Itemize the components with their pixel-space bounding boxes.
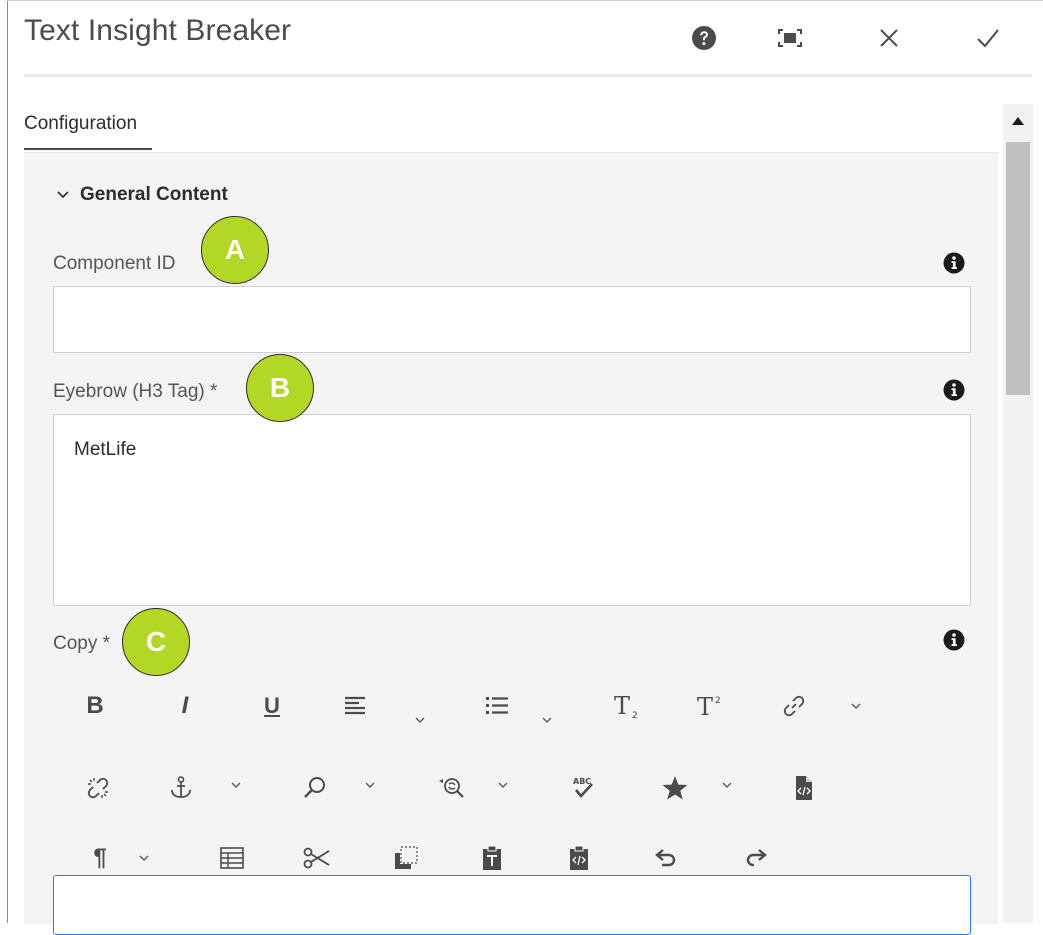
undo-button[interactable]	[645, 836, 689, 880]
fullscreen-button[interactable]	[772, 20, 808, 56]
info-icon[interactable]	[943, 629, 965, 651]
triangle-up-icon	[1012, 117, 1024, 125]
source-edit-button[interactable]	[782, 766, 826, 810]
redo-button[interactable]	[733, 836, 777, 880]
svg-text:2: 2	[715, 696, 721, 706]
underline-icon: U	[264, 693, 280, 718]
svg-text:T: T	[697, 693, 713, 719]
superscript-button[interactable]: T 2	[689, 684, 733, 728]
copy-label: Copy *	[53, 633, 111, 654]
tab-configuration[interactable]: Configuration	[24, 113, 137, 135]
subscript-icon: T 2	[614, 693, 638, 719]
link-button[interactable]	[772, 684, 816, 728]
chevron-down-icon	[57, 191, 69, 199]
table-icon	[220, 847, 244, 869]
star-icon	[662, 776, 688, 800]
eyebrow-textarea[interactable]: MetLife	[53, 414, 971, 606]
paragraph-chevron-down-icon[interactable]	[136, 850, 152, 866]
italic-button[interactable]: I	[163, 684, 207, 728]
lists-chevron-down-icon[interactable]	[539, 712, 555, 728]
italic-icon: I	[181, 692, 189, 719]
component-id-label: Component ID	[53, 253, 176, 274]
scroll-up-button[interactable]	[1003, 108, 1033, 134]
annotation-badge-a: A	[201, 216, 269, 284]
paragraph-icon: ¶	[93, 844, 107, 871]
section-title: General Content	[80, 184, 228, 205]
fullscreen-icon	[778, 29, 802, 47]
find-replace-icon	[439, 778, 464, 798]
underline-button[interactable]: U	[250, 684, 294, 728]
dialog-title: Text Insight Breaker	[24, 14, 292, 47]
paste-code-icon	[570, 845, 588, 870]
done-button[interactable]	[970, 20, 1006, 56]
bold-button[interactable]: B	[73, 684, 117, 728]
svg-text:2: 2	[632, 711, 638, 719]
dialog-frame-top-edge	[7, 0, 1043, 1]
scrollbar-thumb[interactable]	[1006, 142, 1030, 395]
spellcheck-button[interactable]: ABC	[561, 766, 605, 810]
annotation-badge-c: C	[122, 608, 190, 676]
link-icon	[783, 695, 805, 717]
bold-icon: B	[86, 692, 104, 719]
svg-text:T: T	[614, 693, 630, 719]
section-general-content-toggle[interactable]: General Content	[56, 184, 228, 206]
source-edit-icon	[796, 776, 812, 800]
find-button[interactable]	[293, 766, 337, 810]
eyebrow-value: MetLife	[74, 439, 137, 460]
redo-icon	[746, 849, 767, 867]
paste-text-icon	[483, 845, 501, 870]
help-icon	[692, 26, 716, 50]
eyebrow-label: Eyebrow (H3 Tag) *	[53, 381, 218, 402]
anchor-button[interactable]	[159, 766, 203, 810]
special-characters-button[interactable]	[653, 766, 697, 810]
copy-button[interactable]	[384, 836, 428, 880]
close-button[interactable]	[871, 20, 907, 56]
search-icon	[304, 777, 325, 798]
annotation-badge-b: B	[246, 354, 314, 422]
close-icon	[880, 29, 898, 47]
cut-button[interactable]	[295, 836, 339, 880]
header-divider	[24, 74, 1032, 77]
unlink-icon	[87, 777, 109, 799]
link-chevron-down-icon[interactable]	[848, 698, 864, 714]
anchor-chevron-down-icon[interactable]	[228, 777, 244, 793]
paragraph-format-button[interactable]: ¶	[78, 836, 122, 880]
subscript-button[interactable]: T 2	[606, 684, 650, 728]
paste-button[interactable]	[470, 836, 514, 880]
find-chevron-down-icon[interactable]	[362, 777, 378, 793]
done-check-icon	[977, 29, 999, 48]
find-replace-chevron-down-icon[interactable]	[495, 777, 511, 793]
info-icon[interactable]	[943, 252, 965, 274]
spellcheck-abc-text: ABC	[573, 777, 591, 786]
bullet-list-icon	[486, 697, 508, 714]
align-left-icon	[345, 696, 365, 715]
table-button[interactable]	[210, 836, 254, 880]
anchor-icon	[171, 776, 191, 798]
spellcheck-icon: ABC	[573, 777, 593, 798]
find-replace-button[interactable]	[429, 766, 473, 810]
dialog-frame-left-edge	[7, 0, 8, 923]
undo-icon	[655, 849, 676, 867]
special-characters-chevron-down-icon[interactable]	[719, 777, 735, 793]
paste-as-code-button[interactable]	[557, 836, 601, 880]
info-icon[interactable]	[943, 379, 965, 401]
component-id-input[interactable]	[53, 286, 971, 353]
unlink-button[interactable]	[76, 766, 120, 810]
justify-chevron-down-icon[interactable]	[412, 712, 428, 728]
scissors-icon	[303, 847, 330, 869]
superscript-icon: T 2	[697, 693, 721, 719]
tab-selected-indicator	[24, 148, 152, 150]
lists-button[interactable]	[475, 684, 519, 728]
copy-icon	[395, 846, 418, 869]
help-button[interactable]	[686, 20, 722, 56]
justify-button[interactable]	[333, 684, 377, 728]
copy-rich-text-editor[interactable]	[53, 875, 971, 935]
